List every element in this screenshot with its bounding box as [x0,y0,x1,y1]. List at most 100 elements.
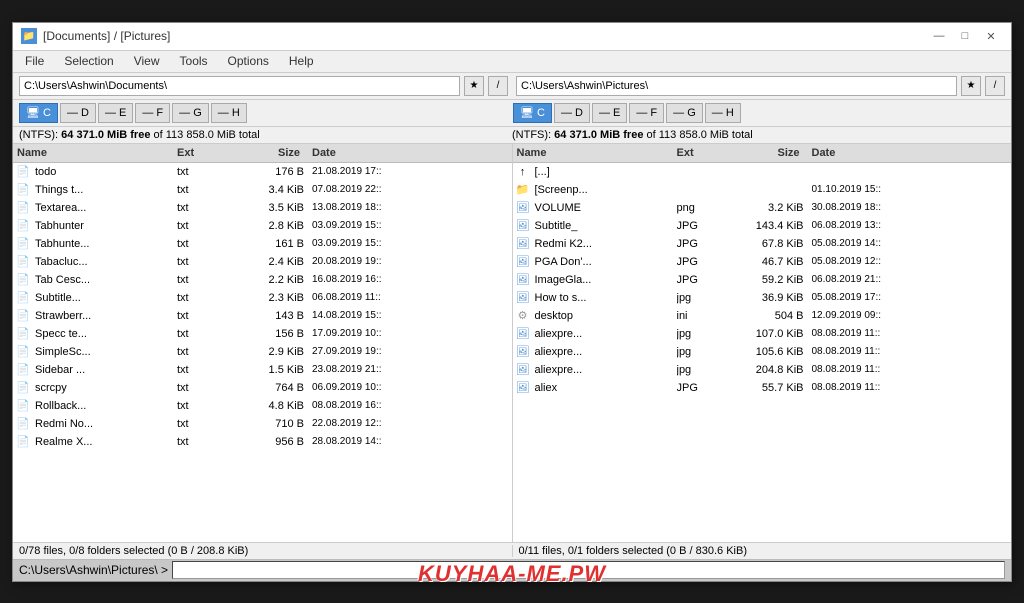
file-ext: txt [177,274,232,286]
right-drive-e[interactable]: — E [592,103,627,123]
list-item[interactable]: 📄 Subtitle... txt 2.3 KiB 06.08.2019 11:… [13,289,512,307]
file-name: aliex [533,382,677,394]
list-item[interactable]: 📄 Sidebar ... txt 1.5 KiB 23.08.2019 21:… [13,361,512,379]
file-ext: txt [177,292,232,304]
file-date: 16.08.2019 16:: [312,274,512,285]
right-drive-d[interactable]: — D [554,103,590,123]
list-item[interactable]: 🖼 How to s... jpg 36.9 KiB 05.08.2019 17… [513,289,1012,307]
menu-item-options[interactable]: Options [220,52,277,70]
list-item[interactable]: 🖼 ImageGla... JPG 59.2 KiB 06.08.2019 21… [513,271,1012,289]
right-toggle-btn[interactable]: / [985,76,1005,96]
left-drive-c[interactable]: 🖥 C [19,103,58,123]
list-item[interactable]: 📄 scrcpy txt 764 B 06.09.2019 10:: [13,379,512,397]
right-status-prefix: (NTFS): [512,129,554,141]
left-path-input[interactable] [19,76,460,96]
list-item[interactable]: 🖼 aliexpre... jpg 105.6 KiB 08.08.2019 1… [513,343,1012,361]
close-button[interactable]: ✕ [979,26,1003,46]
list-item[interactable]: 📄 todo txt 176 B 21.08.2019 17:: [13,163,512,181]
left-status-total: of 113 858.0 MiB total [154,129,260,141]
menu-item-tools[interactable]: Tools [172,52,216,70]
file-name: [Screenp... [533,184,677,196]
menu-item-view[interactable]: View [126,52,168,70]
file-size: 504 B [732,310,812,322]
left-drive-d[interactable]: — D [60,103,96,123]
file-ext: txt [177,400,232,412]
right-col-name[interactable]: Name [513,145,673,161]
right-path-input[interactable] [516,76,957,96]
file-name: Tabacluc... [33,256,177,268]
list-item[interactable]: 🖼 VOLUME png 3.2 KiB 30.08.2019 18:: [513,199,1012,217]
left-file-list[interactable]: 📄 todo txt 176 B 21.08.2019 17:: 📄 Thing… [13,163,512,542]
left-drive-g[interactable]: — G [172,103,209,123]
list-item[interactable]: ⚙ desktop ini 504 B 12.09.2019 09:: [513,307,1012,325]
file-name: aliexpre... [533,364,677,376]
right-drive-f[interactable]: — F [629,103,664,123]
right-drive-g[interactable]: — G [666,103,703,123]
file-icon: 📄 [15,398,31,414]
list-item[interactable]: 📄 Tabacluc... txt 2.4 KiB 20.08.2019 19:… [13,253,512,271]
list-item[interactable]: 📁 [Screenp... 01.10.2019 15:: [513,181,1012,199]
list-item[interactable]: 🖼 aliex JPG 55.7 KiB 08.08.2019 11:: [513,379,1012,397]
file-name: desktop [533,310,677,322]
toolbar: ★ / ★ / [13,73,1011,100]
left-drive-f[interactable]: — F [135,103,170,123]
file-date: 05.08.2019 12:: [812,256,1012,267]
list-item[interactable]: ↑ [...] [513,163,1012,181]
menu-item-help[interactable]: Help [281,52,322,70]
left-bookmark-btn[interactable]: ★ [464,76,484,96]
list-item[interactable]: 📄 Textarea... txt 3.5 KiB 13.08.2019 18:… [13,199,512,217]
right-bookmark-btn[interactable]: ★ [961,76,981,96]
file-name: Tabhunte... [33,238,177,250]
left-drive-h[interactable]: — H [211,103,247,123]
file-size: 161 B [232,238,312,250]
menu-item-file[interactable]: File [17,52,52,70]
file-name: Textarea... [33,202,177,214]
list-item[interactable]: 📄 SimpleSc... txt 2.9 KiB 27.09.2019 19:… [13,343,512,361]
file-name: aliexpre... [533,346,677,358]
file-icon: 📄 [15,326,31,342]
file-date: 05.08.2019 14:: [812,238,1012,249]
list-item[interactable]: 🖼 Redmi K2... JPG 67.8 KiB 05.08.2019 14… [513,235,1012,253]
right-col-date[interactable]: Date [808,145,1012,161]
minimize-button[interactable]: — [927,26,951,46]
file-name: How to s... [533,292,677,304]
maximize-button[interactable]: □ [953,26,977,46]
list-item[interactable]: 🖼 PGA Don'... JPG 46.7 KiB 05.08.2019 12… [513,253,1012,271]
left-drive-e[interactable]: — E [98,103,133,123]
file-size: 67.8 KiB [732,238,812,250]
list-item[interactable]: 📄 Rollback... txt 4.8 KiB 08.08.2019 16:… [13,397,512,415]
list-item[interactable]: 📄 Strawberr... txt 143 B 14.08.2019 15:: [13,307,512,325]
list-item[interactable]: 📄 Specc te... txt 156 B 17.09.2019 10:: [13,325,512,343]
left-path-bar: ★ / [19,76,508,96]
file-date: 07.08.2019 22:: [312,184,512,195]
right-file-list[interactable]: ↑ [...] 📁 [Screenp... 01.10.2019 15:: 🖼 … [513,163,1012,542]
list-item[interactable]: 📄 Tabhunte... txt 161 B 03.09.2019 15:: [13,235,512,253]
left-col-size[interactable]: Size [228,145,308,161]
list-item[interactable]: 🖼 aliexpre... jpg 107.0 KiB 08.08.2019 1… [513,325,1012,343]
file-size: 176 B [232,166,312,178]
file-ext: txt [177,436,232,448]
list-item[interactable]: 📄 Tab Cesc... txt 2.2 KiB 16.08.2019 16:… [13,271,512,289]
right-panel: Name Ext Size Date ↑ [...] 📁 [Screenp...… [513,144,1012,542]
list-item[interactable]: 📄 Things t... txt 3.4 KiB 07.08.2019 22:… [13,181,512,199]
list-item[interactable]: 📄 Redmi No... txt 710 B 22.08.2019 12:: [13,415,512,433]
left-col-name[interactable]: Name [13,145,173,161]
right-col-ext[interactable]: Ext [673,145,728,161]
left-col-ext[interactable]: Ext [173,145,228,161]
left-col-date[interactable]: Date [308,145,512,161]
list-item[interactable]: 📄 Tabhunter txt 2.8 KiB 03.09.2019 15:: [13,217,512,235]
file-icon: 🖼 [515,380,531,396]
cmd-input[interactable] [172,561,1005,579]
list-item[interactable]: 📄 Realme X... txt 956 B 28.08.2019 14:: [13,433,512,451]
file-date: 08.08.2019 11:: [812,346,1012,357]
list-item[interactable]: 🖼 Subtitle_ JPG 143.4 KiB 06.08.2019 13:… [513,217,1012,235]
right-drive-c[interactable]: 🖥 C [513,103,552,123]
right-drive-h[interactable]: — H [705,103,741,123]
file-size: 4.8 KiB [232,400,312,412]
right-col-size[interactable]: Size [728,145,808,161]
left-toggle-btn[interactable]: / [488,76,508,96]
list-item[interactable]: 🖼 aliexpre... jpg 204.8 KiB 08.08.2019 1… [513,361,1012,379]
file-ext: jpg [677,328,732,340]
window-title: [Documents] / [Pictures] [43,29,170,43]
menu-item-selection[interactable]: Selection [56,52,121,70]
